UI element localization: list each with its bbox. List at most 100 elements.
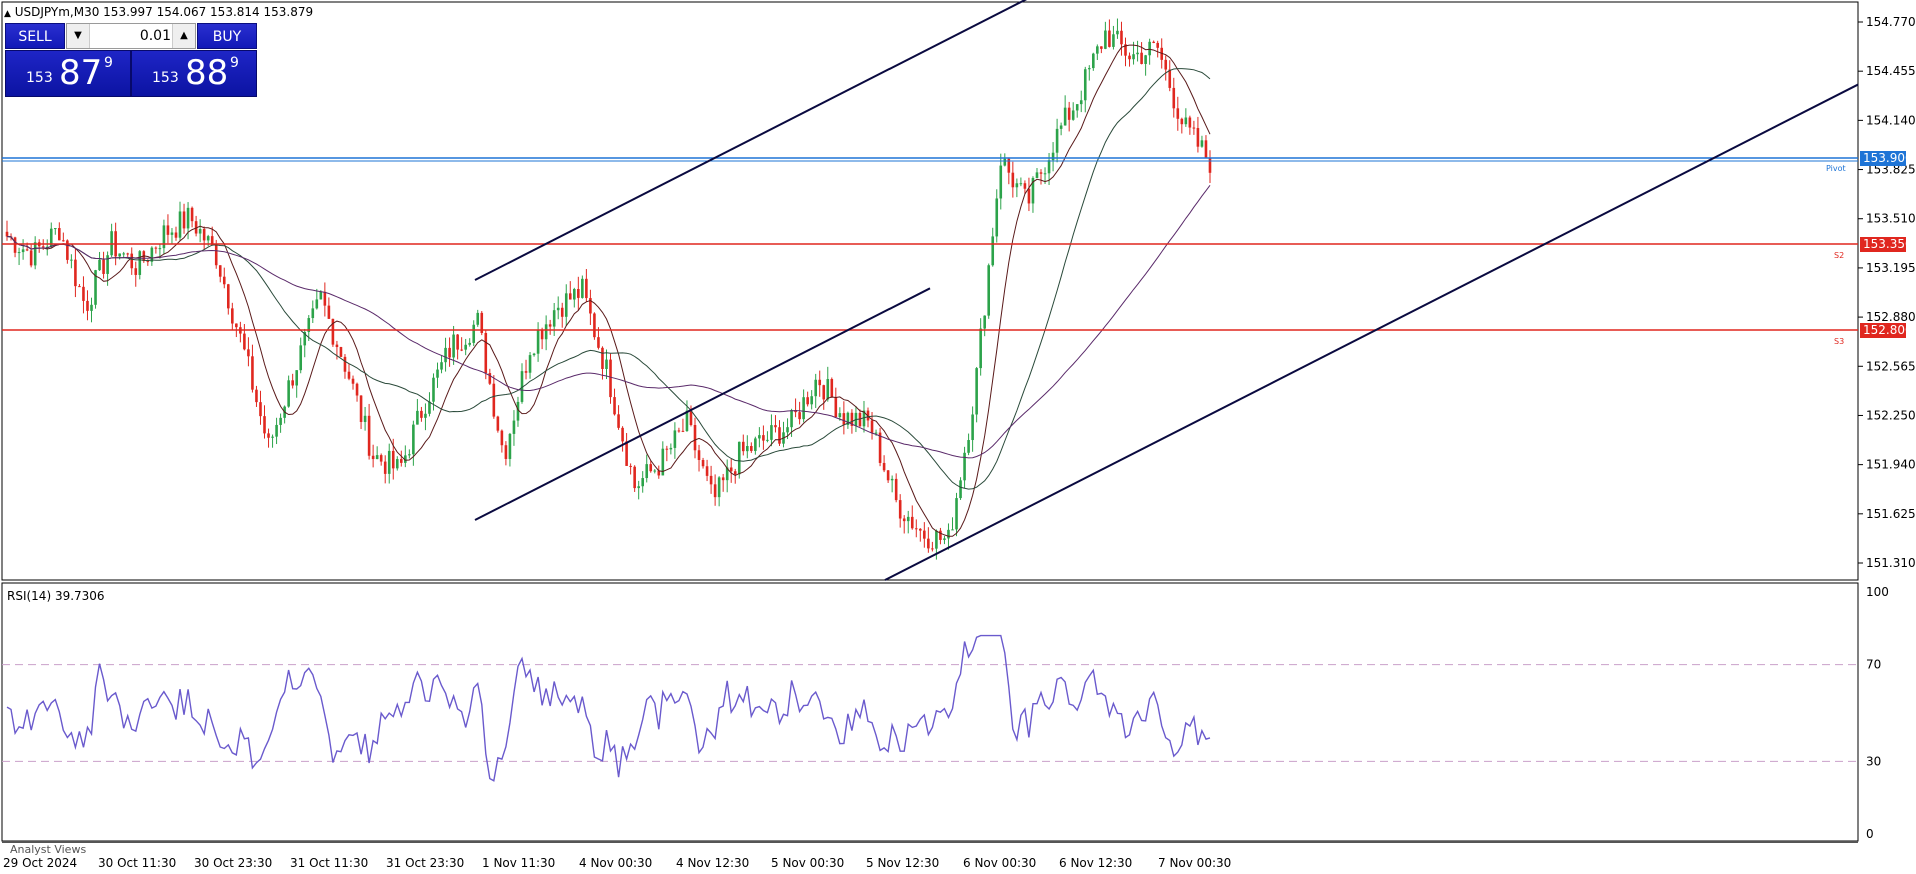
rsi-frame <box>1 582 1859 842</box>
candle-body <box>874 432 878 434</box>
date-label: 5 Nov 12:30 <box>866 856 940 870</box>
rsi-tick-label: 70 <box>1866 658 1881 672</box>
lot-size-input[interactable] <box>91 26 171 46</box>
candle-body <box>1027 188 1031 204</box>
candle-body <box>1087 68 1091 70</box>
date-label: 1 Nov 11:30 <box>482 856 556 870</box>
candle-body <box>1059 125 1063 129</box>
date-label: 7 Nov 00:30 <box>1158 856 1232 870</box>
date-label: 30 Oct 11:30 <box>98 856 177 870</box>
date-label: 6 Nov 12:30 <box>1059 856 1133 870</box>
sell-button[interactable]: SELL <box>5 23 65 49</box>
candle-body <box>709 475 713 485</box>
date-label: 31 Oct 11:30 <box>290 856 369 870</box>
candle-body <box>33 242 37 266</box>
chart-frame <box>1 1 1859 581</box>
candle-body <box>351 378 355 384</box>
candle-body <box>335 344 339 348</box>
candle-body <box>247 349 250 357</box>
price-chart[interactable]: 154.770154.455154.140153.825153.510153.1… <box>0 0 1916 874</box>
candle-body <box>504 445 508 459</box>
candle-body <box>552 310 556 327</box>
candle-body <box>890 478 894 481</box>
candle-body <box>1003 158 1007 166</box>
candle-body <box>17 252 21 254</box>
horizontal-levels <box>2 157 1858 331</box>
candle-body <box>665 448 669 450</box>
trend-channel[interactable] <box>474 0 1859 581</box>
candle-body <box>371 455 375 460</box>
lot-size-stepper[interactable]: ▼ ▲ <box>66 23 196 49</box>
moving-average-line <box>6 68 1211 490</box>
channel-line <box>884 83 1859 581</box>
candle-body <box>601 347 604 369</box>
candle-body <box>1204 140 1208 158</box>
candle-body <box>452 334 455 358</box>
price-tick-label: 154.455 <box>1866 64 1916 78</box>
candle-body <box>729 467 733 472</box>
rsi-tick-label: 100 <box>1866 585 1889 599</box>
candle-body <box>1047 160 1051 174</box>
candle-body <box>1132 54 1135 60</box>
s2-price-tag: 153.350 <box>1860 237 1913 253</box>
candle-body <box>637 486 640 489</box>
sell-price-pips: 87 <box>59 53 103 93</box>
candle-body <box>1152 41 1155 43</box>
candle-body <box>581 278 584 298</box>
candle-body <box>814 379 818 397</box>
candle-body <box>697 450 701 460</box>
candle-body <box>923 530 926 539</box>
candle-body <box>1116 30 1119 35</box>
candle-body <box>685 410 689 432</box>
candle-body <box>597 337 600 348</box>
candle-body <box>927 538 930 549</box>
candle-body <box>1100 46 1103 49</box>
buy-price-display[interactable]: 153 88 9 <box>131 50 257 97</box>
candle-body <box>653 470 657 472</box>
candle-body <box>593 313 596 338</box>
candle-body <box>733 471 737 475</box>
price-tick-label: 153.195 <box>1866 261 1916 275</box>
candle-body <box>669 447 673 450</box>
candle-body <box>1043 173 1047 175</box>
candle-body <box>82 286 85 301</box>
sell-price-display[interactable]: 153 87 9 <box>5 50 131 97</box>
candle-body <box>492 383 496 417</box>
buy-button[interactable]: BUY <box>197 23 257 49</box>
candle-body <box>190 207 194 222</box>
candle-body <box>243 333 246 350</box>
date-label: 30 Oct 23:30 <box>194 856 273 870</box>
candle-body <box>528 355 532 373</box>
candle-body <box>367 415 371 456</box>
analyst-views-tab[interactable]: Analyst Views <box>10 843 86 856</box>
candle-body <box>263 416 266 434</box>
candle-body <box>1015 183 1019 188</box>
candle-body <box>798 412 801 420</box>
candle-body <box>943 538 946 540</box>
lot-decrease-arrow-icon[interactable]: ▼ <box>67 24 90 48</box>
candle-body <box>70 259 73 261</box>
candle-body <box>882 462 886 471</box>
channel-line <box>474 0 1028 281</box>
candle-body <box>1200 140 1204 147</box>
date-label: 4 Nov 12:30 <box>676 856 750 870</box>
date-label: 6 Nov 00:30 <box>963 856 1037 870</box>
candle-body <box>717 477 721 498</box>
lot-increase-arrow-icon[interactable]: ▲ <box>172 24 195 48</box>
moving-average-line <box>6 44 1211 537</box>
candle-body <box>959 480 962 499</box>
candle-body <box>1023 183 1027 189</box>
candle-body <box>5 231 9 237</box>
candle-body <box>186 207 190 229</box>
sell-price-fraction: 9 <box>104 55 113 71</box>
candle-body <box>399 459 403 463</box>
candle-body <box>834 397 838 418</box>
candle-body <box>999 165 1003 199</box>
collapse-triangle-icon[interactable]: ▲ <box>4 9 11 19</box>
rsi-line <box>6 634 1211 782</box>
candle-body <box>122 253 125 255</box>
candle-body <box>146 261 150 263</box>
candle-body <box>1075 104 1079 111</box>
candle-body <box>737 441 741 475</box>
candle-body <box>564 293 568 317</box>
